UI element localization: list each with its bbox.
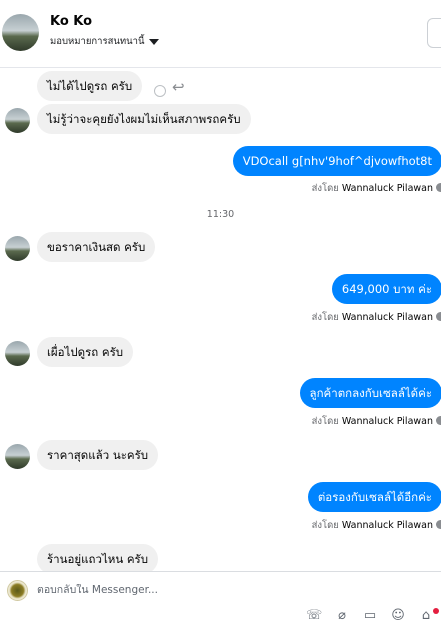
message-list[interactable]: ไม่ได้ไปดูรถ ครับ ↩ ไม่รู้ว่าจะคุยยังไงผ… [0, 68, 441, 571]
reply-icon[interactable]: ↩ [172, 78, 185, 96]
composer-toolbar: ☏ ⌀ ▭ ☺ ⌂ [306, 609, 434, 623]
sent-by-label: ส่งโดย Wannaluck Pilawan [312, 518, 433, 533]
message-row: ลูกค้าตกลงกับเซลล์ได้ค่ะ ส่งโดย Wannaluc… [0, 378, 441, 428]
outgoing-message[interactable]: VDOcall g[nhv'9hof^djvowfhot8t [232, 146, 441, 176]
sender-name: Wannaluck Pilawan [341, 312, 433, 323]
contact-avatar[interactable] [5, 444, 30, 469]
notification-dot [433, 608, 439, 614]
sent-by-prefix: ส่งโดย [311, 312, 339, 323]
seen-icon [436, 416, 441, 425]
outgoing-message[interactable]: 649,000 บาท ค่ะ [331, 274, 441, 304]
message-row: ไม่ได้ไปดูรถ ครับ ↩ [0, 71, 441, 103]
sent-by-label: ส่งโดย Wannaluck Pilawan [312, 181, 433, 196]
message-row: VDOcall g[nhv'9hof^djvowfhot8t ส่งโดย Wa… [0, 146, 441, 196]
emoji-icon[interactable]: ☺ [390, 609, 406, 623]
conversation-header: Ko Ko มอบหมายการสนทนานี้ [0, 0, 441, 68]
sent-by-prefix: ส่งโดย [311, 183, 339, 194]
sent-by-label: ส่งโดย Wannaluck Pilawan [312, 310, 433, 325]
message-row: ขอราคาเงินสด ครับ [0, 232, 441, 264]
seen-icon [436, 520, 441, 529]
phone-add-icon[interactable]: ☏ [306, 609, 322, 623]
incoming-message[interactable]: ราคาสุดแล้ว นะครับ [37, 440, 159, 470]
incoming-message[interactable]: ร้านอยู่แถวไหน ครับ [37, 544, 159, 571]
sender-name: Wannaluck Pilawan [341, 416, 433, 427]
header-action-button[interactable] [427, 18, 441, 48]
assign-conversation-dropdown[interactable]: มอบหมายการสนทนานี้ [50, 34, 159, 49]
contact-avatar[interactable] [5, 236, 30, 261]
incoming-message[interactable]: ไม่รู้ว่าจะคุยยังไงผมไม่เห็นสภาพรถครับ [37, 104, 251, 134]
store-icon[interactable]: ⌂ [418, 609, 434, 623]
seen-icon [436, 312, 441, 321]
contact-name[interactable]: Ko Ko [50, 14, 92, 29]
react-icon[interactable] [154, 85, 166, 97]
message-row: ราคาสุดแล้ว นะครับ [0, 440, 441, 472]
message-row: 649,000 บาท ค่ะ ส่งโดย Wannaluck Pilawan [0, 274, 441, 324]
quick-reply-icon[interactable]: ▭ [362, 609, 378, 623]
message-row: ต่อรองกับเซลล์ได้อีกค่ะ ส่งโดย Wannaluck… [0, 482, 441, 532]
outgoing-message[interactable]: ต่อรองกับเซลล์ได้อีกค่ะ [307, 482, 441, 512]
page-logo [7, 580, 28, 601]
outgoing-message[interactable]: ลูกค้าตกลงกับเซลล์ได้ค่ะ [299, 378, 441, 408]
incoming-message[interactable]: เผื่อไปดูรถ ครับ [37, 337, 134, 367]
incoming-message[interactable]: ไม่ได้ไปดูรถ ครับ [37, 71, 143, 101]
sent-by-label: ส่งโดย Wannaluck Pilawan [312, 414, 433, 429]
contact-avatar[interactable] [5, 108, 30, 133]
sender-name: Wannaluck Pilawan [341, 520, 433, 531]
message-row: เผื่อไปดูรถ ครับ [0, 337, 441, 369]
reply-composer: ☏ ⌀ ▭ ☺ ⌂ [0, 571, 441, 623]
sender-name: Wannaluck Pilawan [341, 183, 433, 194]
sent-by-prefix: ส่งโดย [311, 520, 339, 531]
attachment-icon[interactable]: ⌀ [334, 609, 350, 623]
caret-down-icon [148, 38, 159, 45]
contact-avatar[interactable] [2, 14, 39, 51]
time-divider: 11:30 [206, 209, 235, 220]
incoming-message[interactable]: ขอราคาเงินสด ครับ [37, 232, 156, 262]
contact-avatar[interactable] [5, 341, 30, 366]
reply-input[interactable] [37, 584, 397, 596]
sent-by-prefix: ส่งโดย [311, 416, 339, 427]
message-row: ไม่รู้ว่าจะคุยยังไงผมไม่เห็นสภาพรถครับ [0, 104, 441, 136]
seen-icon [436, 183, 441, 192]
message-row: ร้านอยู่แถวไหน ครับ [0, 544, 441, 571]
assign-label: มอบหมายการสนทนานี้ [50, 36, 145, 47]
